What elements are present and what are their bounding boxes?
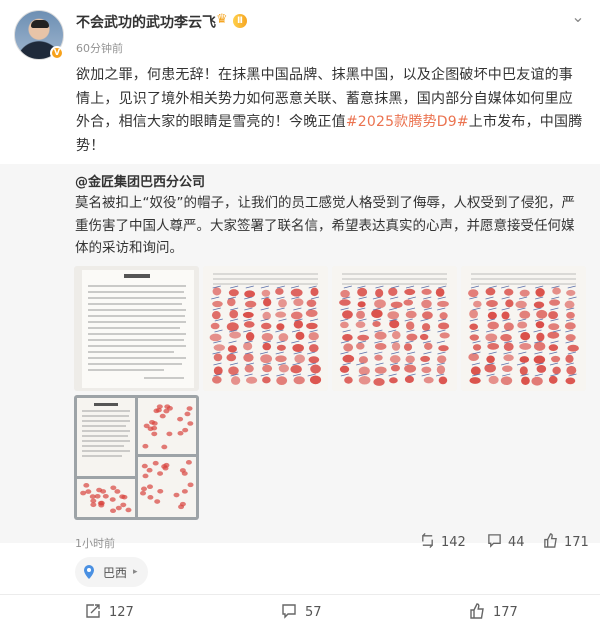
level-badge[interactable]: Ⅱ <box>233 14 247 28</box>
repost-like-count[interactable]: 171 <box>543 533 589 551</box>
like-icon <box>470 603 484 619</box>
post-header: V 不会武功的武功李云飞 ♛ Ⅱ 60分钟前 ⌄ <box>0 0 600 64</box>
repost-like-value: 171 <box>564 535 589 550</box>
like-icon <box>544 533 557 548</box>
verified-icon: V <box>50 46 64 60</box>
location-label: 巴西 <box>103 565 128 580</box>
photo-collage-page-5[interactable] <box>74 395 199 520</box>
user-name[interactable]: 不会武功的武功李云飞 <box>76 12 216 32</box>
comment-action-count: 57 <box>305 605 322 620</box>
repost-count[interactable]: 142 <box>420 533 466 551</box>
post-text: 欲加之罪，何患无辞！在抹黑中国品牌、抹黑中国，以及企图破坏中巴友谊的事情上，见识… <box>76 64 586 158</box>
location-pin-icon <box>84 565 94 579</box>
repost-comment-value: 44 <box>508 535 525 550</box>
post-time[interactable]: 60分钟前 <box>76 40 123 56</box>
photo-fingerprints-page-2[interactable] <box>203 266 328 391</box>
photo-letter-page-1[interactable] <box>74 266 199 391</box>
repost-author[interactable]: @金匠集团巴西分公司 <box>75 171 205 190</box>
repost-count-value: 142 <box>441 535 466 550</box>
repost-button[interactable]: 127 <box>85 603 134 623</box>
repost-comment-count[interactable]: 44 <box>487 533 525 551</box>
crown-icon: ♛ <box>216 12 228 27</box>
repost-card[interactable]: @金匠集团巴西分公司 莫名被扣上“奴役”的帽子，让我们的员工感觉人格受到了侮辱，… <box>0 164 600 543</box>
more-icon[interactable]: ⌄ <box>566 8 590 26</box>
photo-fingerprints-page-3[interactable] <box>332 266 457 391</box>
repost-icon <box>422 533 433 548</box>
location-chip[interactable]: 巴西 ▸ <box>75 557 148 587</box>
repost-text: 莫名被扣上“奴役”的帽子，让我们的员工感觉人格受到了侮辱，人权受到了侵犯，严重伤… <box>75 195 575 256</box>
like-button[interactable]: 177 <box>469 603 518 623</box>
repost-icon <box>86 604 100 618</box>
comment-icon <box>282 604 296 619</box>
repost-time[interactable]: 1小时前 <box>75 535 115 551</box>
repost-action-count: 127 <box>109 605 134 620</box>
comment-icon <box>488 534 501 548</box>
divider <box>0 594 600 595</box>
like-action-count: 177 <box>493 605 518 620</box>
hashtag-link[interactable]: #2025款腾势D9# <box>346 114 469 130</box>
chevron-right-icon: ▸ <box>133 567 138 577</box>
comment-button[interactable]: 57 <box>281 603 322 623</box>
photo-fingerprints-page-4[interactable] <box>461 266 586 391</box>
